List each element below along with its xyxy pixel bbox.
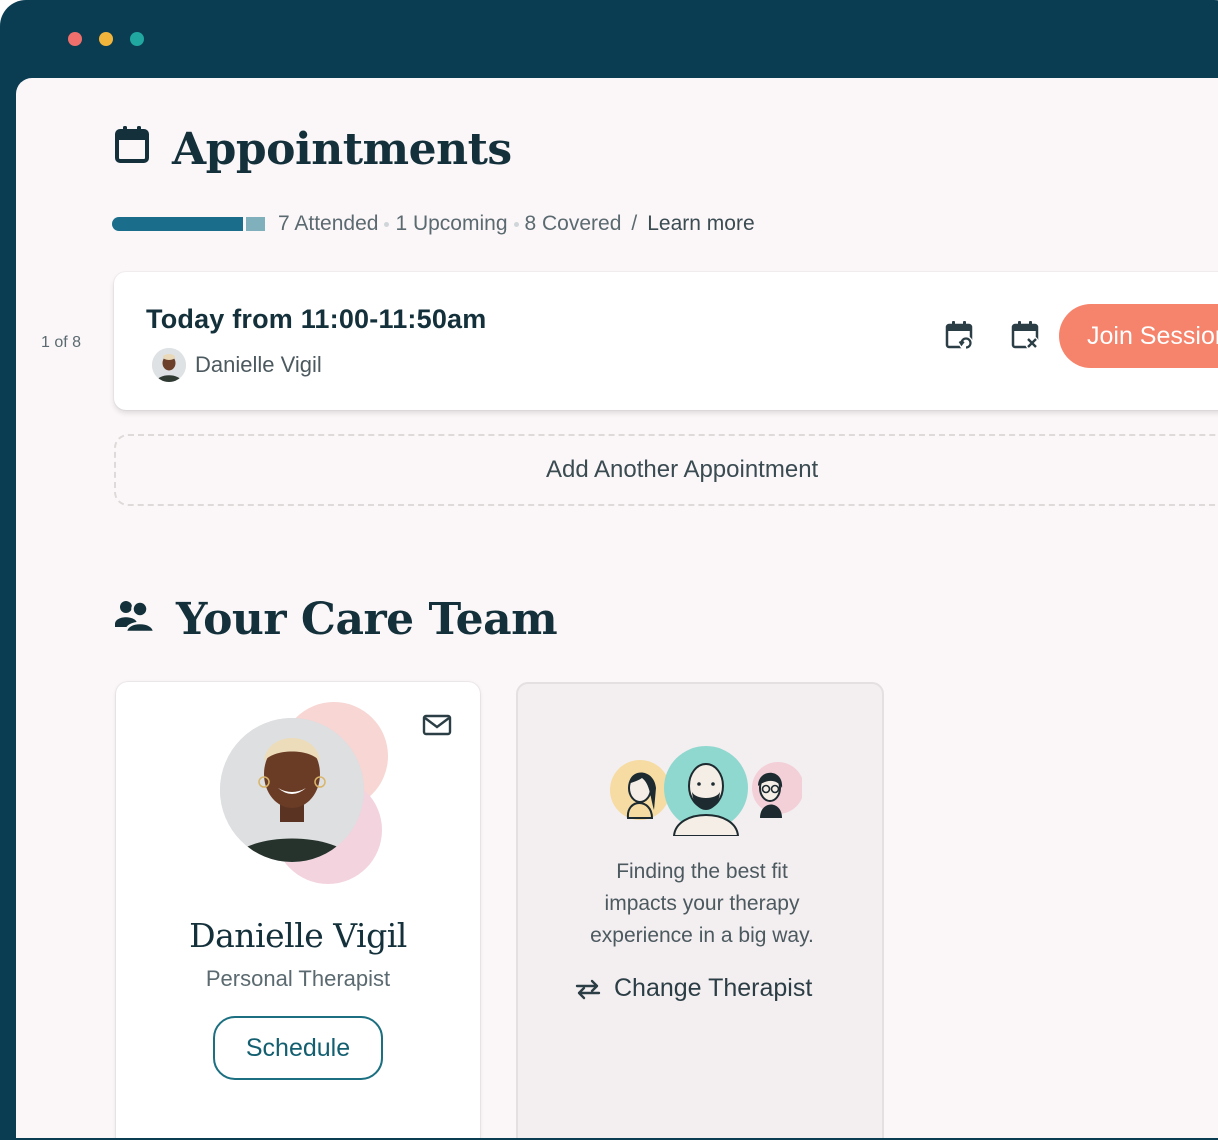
swap-arrows-icon xyxy=(574,977,602,1001)
window-controls xyxy=(68,32,144,46)
best-fit-line: impacts your therapy xyxy=(604,892,800,915)
best-fit-message: Finding the best fit impacts your therap… xyxy=(538,856,866,952)
session-progress: 7 Attended 1 Upcoming 8 Covered / Learn … xyxy=(112,212,755,236)
appointment-counter: 1 of 8 xyxy=(41,334,82,351)
appointment-therapist: Danielle Vigil xyxy=(152,348,322,382)
minimize-window-dot[interactable] xyxy=(99,32,113,46)
care-team-title: Your Care Team xyxy=(176,594,558,645)
join-session-button[interactable]: Join Session xyxy=(1059,304,1218,368)
progress-upcoming-segment xyxy=(246,217,265,231)
app-window: Appointments 7 Attended 1 Upcoming 8 Cov… xyxy=(0,0,1218,1140)
close-window-dot[interactable] xyxy=(68,32,82,46)
progress-bar xyxy=(112,217,268,231)
appointments-title: Appointments xyxy=(172,124,512,175)
therapist-name: Danielle Vigil xyxy=(195,352,322,377)
therapist-faces-illustration xyxy=(606,746,804,841)
avatar xyxy=(152,348,186,382)
appointments-heading: Appointments xyxy=(114,124,512,175)
therapist-card: Danielle Vigil Personal Therapist Schedu… xyxy=(116,682,480,1138)
upcoming-count: 1 Upcoming xyxy=(395,212,508,235)
team-icon xyxy=(114,594,156,645)
learn-more-link[interactable]: Learn more xyxy=(647,212,754,236)
therapist-role: Personal Therapist xyxy=(205,966,391,991)
best-fit-line: Finding the best fit xyxy=(616,860,788,883)
attended-count: 7 Attended xyxy=(278,212,379,235)
separator-dot xyxy=(384,221,390,227)
therapist-card-name: Danielle Vigil xyxy=(189,916,407,955)
schedule-button[interactable]: Schedule xyxy=(213,1016,383,1080)
add-appointment-button[interactable]: Add Another Appointment xyxy=(114,434,1218,506)
calendar-cancel-icon[interactable] xyxy=(1009,318,1043,352)
change-therapist-label: Change Therapist xyxy=(614,974,813,1002)
separator-slash: / xyxy=(631,212,638,235)
maximize-window-dot[interactable] xyxy=(130,32,144,46)
therapist-portrait xyxy=(216,700,396,890)
calendar-reschedule-icon[interactable] xyxy=(943,318,977,352)
calendar-icon xyxy=(114,124,150,175)
mail-icon[interactable] xyxy=(422,714,452,741)
change-therapist-button[interactable]: Change Therapist xyxy=(574,974,812,1003)
care-team-heading: Your Care Team xyxy=(114,594,558,645)
main-content: Appointments 7 Attended 1 Upcoming 8 Cov… xyxy=(16,78,1218,1138)
separator-dot xyxy=(513,221,519,227)
appointment-card: Today from 11:00-11:50am Danielle Vigil xyxy=(114,272,1218,410)
best-fit-line: experience in a big way. xyxy=(590,924,814,947)
progress-attended-segment xyxy=(112,217,243,231)
appointment-time: Today from 11:00-11:50am xyxy=(146,304,487,334)
change-therapist-card: Finding the best fit impacts your therap… xyxy=(516,682,884,1138)
covered-count: 8 Covered xyxy=(524,212,622,235)
